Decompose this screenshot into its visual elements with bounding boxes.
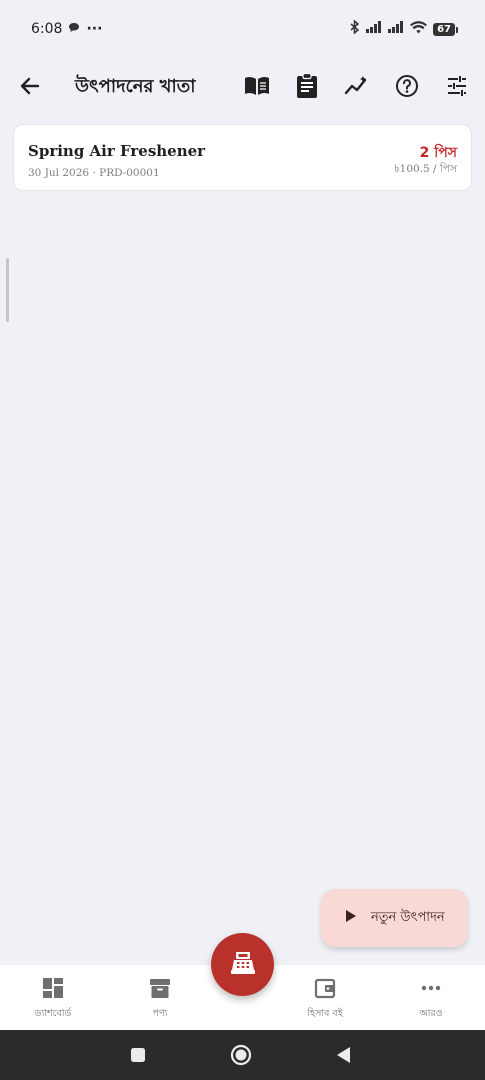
- status-time: 6:08: [31, 21, 63, 37]
- signal-icon: [366, 21, 382, 37]
- product-name: Spring Air Freshener: [28, 142, 206, 160]
- nav-item-dashboard[interactable]: ড্যাশবোর্ড: [13, 975, 93, 1022]
- wifi-icon: [410, 20, 428, 38]
- tune-settings-icon[interactable]: [443, 72, 471, 100]
- scroll-indicator[interactable]: [6, 258, 9, 322]
- nav-label-accounts: হিসাব বই: [307, 1008, 343, 1019]
- more-horiz-icon: [418, 975, 444, 1001]
- nav-label-dashboard: ড্যাশবোর্ড: [34, 1008, 72, 1019]
- battery-icon: 67: [433, 22, 458, 36]
- nav-item-products[interactable]: পণ্য: [120, 975, 200, 1022]
- app-bar: উৎপাদনের খাতা: [0, 58, 485, 114]
- system-back-icon[interactable]: [332, 1043, 356, 1067]
- nav-item-accounts[interactable]: হিসাব বই: [285, 975, 365, 1022]
- nav-item-more[interactable]: আরও: [391, 975, 471, 1022]
- production-card[interactable]: Spring Air Freshener 30 Jul 2026 · PRD-0…: [13, 124, 472, 191]
- production-rate: ৳100.5 / পিস: [394, 163, 457, 175]
- new-production-label: নতুন উৎপাদন: [371, 909, 445, 925]
- status-bar: 6:08 ··· 67: [0, 0, 485, 58]
- insights-icon[interactable]: [343, 72, 371, 100]
- inventory-box-icon: [147, 975, 173, 1001]
- toolbar-actions: [243, 72, 471, 100]
- nav-label-more: আরও: [419, 1008, 443, 1019]
- wallet-icon: [312, 975, 338, 1001]
- status-more: ···: [86, 21, 103, 37]
- new-production-button[interactable]: নতুন উৎপাদন: [321, 889, 468, 947]
- back-arrow-icon[interactable]: [16, 72, 44, 100]
- signal-icon-2: [388, 21, 404, 37]
- open-book-icon[interactable]: [243, 72, 271, 100]
- production-date: 30 Jul 2026: [28, 167, 90, 179]
- chat-bubble-icon: [68, 21, 80, 37]
- bluetooth-icon: [350, 19, 360, 38]
- clipboard-icon[interactable]: [293, 72, 321, 100]
- production-code: PRD-00001: [99, 167, 160, 179]
- help-icon[interactable]: [393, 72, 421, 100]
- dashboard-icon: [40, 975, 66, 1001]
- meta-separator: ·: [92, 167, 96, 179]
- home-icon[interactable]: [229, 1043, 253, 1067]
- recent-apps-icon[interactable]: [126, 1043, 150, 1067]
- cash-register-button[interactable]: [211, 933, 274, 996]
- nav-label-products: পণ্য: [152, 1008, 168, 1019]
- play-icon: [345, 909, 357, 927]
- production-meta: 30 Jul 2026 · PRD-00001: [28, 167, 160, 179]
- cash-register-icon: [230, 951, 256, 979]
- system-navigation-bar: [0, 1030, 485, 1080]
- page-title: উৎপাদনের খাতা: [75, 76, 196, 97]
